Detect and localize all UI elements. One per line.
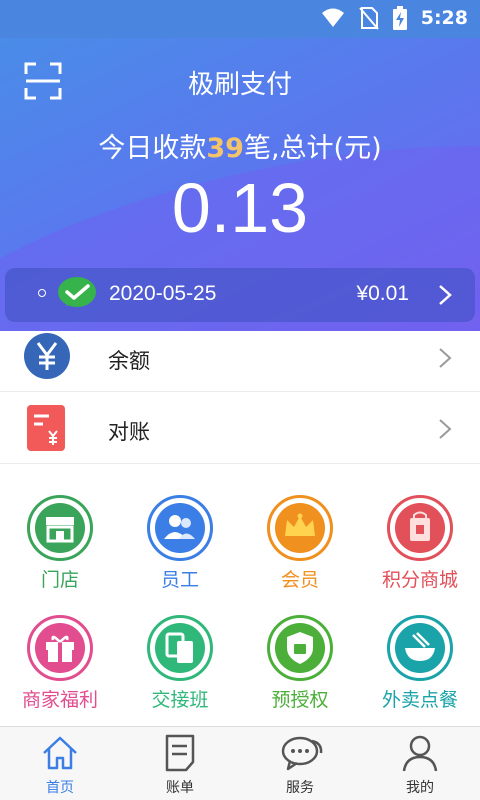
food-bowl-icon-ring bbox=[387, 615, 453, 681]
feature-label: 外卖点餐 bbox=[381, 689, 458, 711]
gift-bag-icon-ring bbox=[387, 495, 453, 561]
battery-charging-icon bbox=[392, 6, 407, 30]
tab-service[interactable]: 服务 bbox=[240, 727, 360, 800]
feature-label: 门店 bbox=[40, 569, 79, 591]
balance-row[interactable]: 余额 bbox=[0, 331, 480, 392]
feature-label: 会员 bbox=[280, 569, 319, 591]
store-icon bbox=[46, 517, 74, 543]
header-panel: 极刷支付 今日收款39笔,总计(元) 0.13 2020-05-25 ¥0.01 bbox=[0, 38, 480, 331]
feature-label: 预授权 bbox=[271, 689, 329, 711]
status-icons: 5:28 bbox=[321, 6, 468, 30]
wechat-pay-icon bbox=[58, 277, 96, 307]
chevron-right-icon bbox=[439, 419, 452, 439]
tab-label: 账单 bbox=[166, 780, 194, 796]
crown-icon bbox=[285, 513, 315, 536]
feature-pre-authorization[interactable]: 预授权 bbox=[240, 615, 360, 725]
dot-icon bbox=[38, 289, 46, 297]
feature-label: 积分商城 bbox=[381, 569, 458, 591]
tab-label: 首页 bbox=[46, 780, 74, 796]
tab-label: 我的 bbox=[406, 780, 434, 796]
chevron-right-icon bbox=[439, 285, 452, 305]
tab-bills[interactable]: 账单 bbox=[120, 727, 240, 800]
reconciliation-label: 对账 bbox=[108, 420, 150, 444]
staff-icon-ring bbox=[147, 495, 213, 561]
status-time: 5:28 bbox=[420, 7, 468, 29]
feature-label: 员工 bbox=[160, 569, 199, 591]
crown-icon-ring bbox=[267, 495, 333, 561]
user-icon bbox=[402, 735, 438, 772]
no-sim-icon bbox=[358, 7, 379, 30]
bill-icon bbox=[27, 405, 65, 451]
feature-staff[interactable]: 员工 bbox=[120, 495, 240, 605]
feature-merchant-benefits[interactable]: 商家福利 bbox=[0, 615, 120, 725]
tab-home[interactable]: 首页 bbox=[0, 727, 120, 800]
reconciliation-row[interactable]: 对账 bbox=[0, 392, 480, 464]
feature-label: 商家福利 bbox=[21, 689, 98, 711]
summary-prefix: 今日收款 bbox=[98, 133, 207, 164]
total-amount: 0.13 bbox=[171, 169, 309, 247]
gift-bag-icon bbox=[410, 511, 430, 541]
feature-store[interactable]: 门店 bbox=[0, 495, 120, 605]
status-bar: 5:28 bbox=[0, 0, 480, 38]
feature-member[interactable]: 会员 bbox=[240, 495, 360, 605]
bill-doc-icon bbox=[165, 734, 195, 772]
app-title: 极刷支付 bbox=[187, 70, 292, 100]
feature-food-delivery[interactable]: 外卖点餐 bbox=[360, 615, 480, 725]
latest-transaction-row[interactable]: 2020-05-25 ¥0.01 bbox=[5, 268, 475, 322]
feature-points-mall[interactable]: 积分商城 bbox=[360, 495, 480, 605]
balance-label: 余额 bbox=[108, 349, 150, 373]
auth-shield-icon-ring bbox=[267, 615, 333, 681]
bottom-tab-bar: 首页 账单 服务 我的 bbox=[0, 726, 480, 800]
feature-label: 交接班 bbox=[151, 689, 209, 711]
tab-profile[interactable]: 我的 bbox=[360, 727, 480, 800]
gift-box-icon bbox=[46, 635, 74, 662]
chevron-right-icon bbox=[439, 348, 452, 368]
auth-shield-icon bbox=[287, 632, 313, 664]
home-icon bbox=[43, 736, 77, 770]
store-icon-ring bbox=[27, 495, 93, 561]
chat-icon bbox=[281, 736, 323, 771]
tab-label: 服务 bbox=[286, 780, 314, 796]
transaction-amount: ¥0.01 bbox=[356, 282, 409, 305]
gift-box-icon-ring bbox=[27, 615, 93, 681]
food-bowl-icon bbox=[405, 632, 435, 661]
yuan-icon bbox=[24, 333, 70, 379]
wifi-icon bbox=[321, 8, 344, 27]
handover-icon-ring bbox=[147, 615, 213, 681]
today-summary: 今日收款39笔,总计(元) bbox=[0, 126, 480, 165]
staff-icon bbox=[164, 515, 195, 539]
feature-shift-handover[interactable]: 交接班 bbox=[120, 615, 240, 725]
summary-count: 39 bbox=[206, 133, 244, 164]
summary-suffix: 笔,总计(元) bbox=[243, 133, 382, 164]
transaction-date: 2020-05-25 bbox=[109, 282, 217, 305]
handover-icon bbox=[165, 632, 193, 663]
